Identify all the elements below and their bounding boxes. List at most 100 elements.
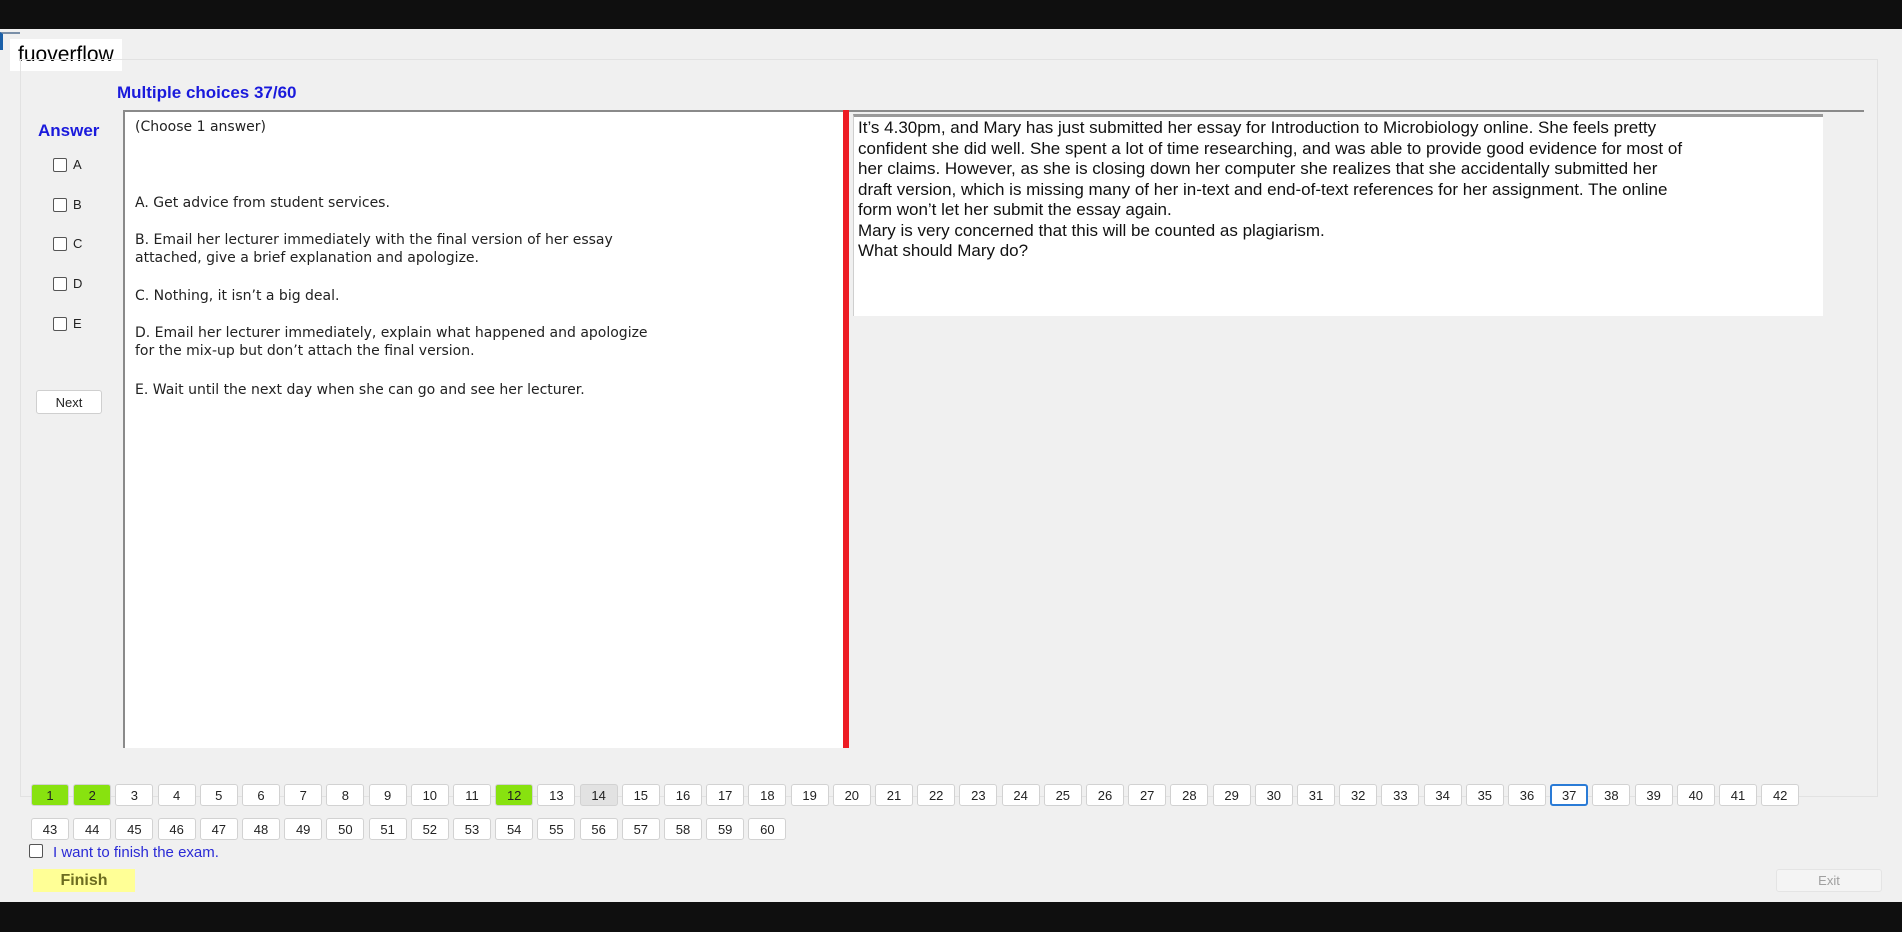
question-nav-button-16[interactable]: 16 — [664, 784, 702, 806]
question-nav-button-1[interactable]: 1 — [31, 784, 69, 806]
question-nav-button-44[interactable]: 44 — [73, 818, 112, 840]
question-nav-button-27[interactable]: 27 — [1128, 784, 1167, 806]
question-nav-button-34[interactable]: 34 — [1423, 784, 1462, 806]
question-line: draft version, which is missing many of … — [858, 179, 1668, 199]
question-nav-button-11[interactable]: 11 — [453, 784, 491, 806]
question-nav-button-50[interactable]: 50 — [326, 818, 365, 840]
question-nav-button-24[interactable]: 24 — [1001, 784, 1040, 806]
question-counter: Multiple choices 37/60 — [117, 83, 297, 102]
checkbox[interactable] — [53, 157, 67, 172]
option-letter: D — [73, 276, 83, 291]
question-nav-button-15[interactable]: 15 — [621, 784, 660, 806]
question-line: It’s 4.30pm, and Mary has just submitted… — [858, 118, 1657, 137]
question-line: Mary is very concerned that this will be… — [858, 220, 1325, 240]
answer-label: Answer — [38, 121, 100, 140]
question-nav-button-46[interactable]: 46 — [157, 818, 196, 840]
choice-line: C. Nothing, it isn’t a big deal. — [135, 288, 340, 304]
exam-window: fuoverflow Multiple choices 37/60 Answer… — [0, 29, 1902, 902]
question-nav-button-54[interactable]: 54 — [495, 818, 534, 840]
choice-line: D. Email her lecturer immediately, expla… — [135, 325, 648, 341]
finish-button[interactable]: Finish — [33, 869, 135, 892]
question-nav-button-31[interactable]: 31 — [1297, 784, 1335, 806]
question-nav-button-21[interactable]: 21 — [875, 784, 913, 806]
question-line: form won’t let her submit the essay agai… — [858, 200, 1172, 219]
question-nav-button-52[interactable]: 52 — [410, 818, 449, 840]
answer-option-a[interactable]: A — [53, 157, 82, 172]
question-line: confident she did well. She spent a lot … — [858, 138, 1683, 158]
question-nav-button-23[interactable]: 23 — [959, 784, 998, 806]
choices-panel: (Choose 1 answer) A. Get advice from stu… — [123, 110, 843, 748]
question-nav-button-5[interactable]: 5 — [199, 784, 238, 806]
question-nav-button-40[interactable]: 40 — [1676, 784, 1715, 806]
question-nav-button-48[interactable]: 48 — [242, 818, 280, 840]
checkbox[interactable] — [53, 316, 67, 331]
question-nav-button-8[interactable]: 8 — [326, 784, 365, 806]
question-nav-button-37[interactable]: 37 — [1550, 784, 1589, 806]
checkbox[interactable] — [53, 236, 67, 251]
question-nav-button-7[interactable]: 7 — [284, 784, 323, 806]
choose-instruction: (Choose 1 answer) — [135, 119, 266, 135]
option-letter: C — [73, 236, 83, 251]
question-nav-button-20[interactable]: 20 — [832, 784, 871, 806]
choice-line: for the mix-up but don’t attach the fina… — [135, 343, 475, 359]
exit-button[interactable]: Exit — [1776, 869, 1882, 892]
finish-checkbox[interactable] — [29, 844, 43, 858]
choice-line: A. Get advice from student services. — [135, 195, 390, 211]
question-nav-button-51[interactable]: 51 — [368, 818, 407, 840]
question-nav-button-2[interactable]: 2 — [73, 784, 112, 806]
question-nav-button-60[interactable]: 60 — [748, 818, 787, 840]
question-nav-button-18[interactable]: 18 — [748, 784, 787, 806]
question-nav-button-9[interactable]: 9 — [368, 784, 407, 806]
question-nav-button-3[interactable]: 3 — [115, 784, 154, 806]
question-nav-button-25[interactable]: 25 — [1043, 784, 1082, 806]
checkbox[interactable] — [53, 276, 67, 291]
question-nav-button-36[interactable]: 36 — [1508, 784, 1546, 806]
question-nav-button-12[interactable]: 12 — [495, 784, 534, 806]
question-nav-button-13[interactable]: 13 — [537, 784, 576, 806]
question-nav-button-22[interactable]: 22 — [917, 784, 956, 806]
option-letter: A — [73, 157, 82, 172]
finish-checkbox-label[interactable]: I want to finish the exam. — [53, 844, 219, 861]
question-nav-button-45[interactable]: 45 — [115, 818, 154, 840]
question-nav-button-30[interactable]: 30 — [1254, 784, 1293, 806]
question-nav-button-4[interactable]: 4 — [157, 784, 196, 806]
question-nav-button-35[interactable]: 35 — [1465, 784, 1504, 806]
question-nav-button-53[interactable]: 53 — [453, 818, 491, 840]
choice-line: E. Wait until the next day when she can … — [135, 382, 585, 398]
next-button[interactable]: Next — [36, 390, 102, 414]
option-letter: E — [73, 316, 82, 331]
question-nav-button-43[interactable]: 43 — [31, 818, 69, 840]
question-nav-button-41[interactable]: 41 — [1719, 784, 1757, 806]
question-nav-button-39[interactable]: 39 — [1634, 784, 1673, 806]
question-nav-button-32[interactable]: 32 — [1339, 784, 1378, 806]
answer-option-b[interactable]: B — [53, 197, 82, 212]
question-nav-button-49[interactable]: 49 — [284, 818, 323, 840]
question-nav-button-38[interactable]: 38 — [1592, 784, 1631, 806]
question-line: What should Mary do? — [858, 241, 1029, 260]
question-nav-button-59[interactable]: 59 — [706, 818, 745, 840]
question-nav-button-33[interactable]: 33 — [1381, 784, 1420, 806]
question-nav-button-26[interactable]: 26 — [1086, 784, 1124, 806]
question-nav-button-56[interactable]: 56 — [579, 818, 618, 840]
answer-option-d[interactable]: D — [53, 276, 82, 291]
checkbox[interactable] — [53, 197, 67, 212]
question-nav-button-29[interactable]: 29 — [1212, 784, 1251, 806]
question-nav-button-47[interactable]: 47 — [199, 818, 238, 840]
question-nav-button-6[interactable]: 6 — [242, 784, 280, 806]
question-nav-button-17[interactable]: 17 — [706, 784, 745, 806]
answer-option-c[interactable]: C — [53, 236, 82, 251]
option-letter: B — [73, 197, 82, 212]
question-line: her claims. However, as she is closing d… — [858, 159, 1658, 178]
question-nav-button-28[interactable]: 28 — [1170, 784, 1209, 806]
question-nav-button-57[interactable]: 57 — [621, 818, 660, 840]
question-nav-button-19[interactable]: 19 — [790, 784, 829, 806]
question-nav-button-58[interactable]: 58 — [664, 818, 702, 840]
question-nav-button-55[interactable]: 55 — [537, 818, 576, 840]
question-nav-button-14[interactable]: 14 — [579, 784, 618, 806]
choice-line: B. Email her lecturer immediately with t… — [135, 232, 613, 248]
answer-option-e[interactable]: E — [53, 316, 82, 331]
question-nav-button-10[interactable]: 10 — [410, 784, 449, 806]
question-nav-button-42[interactable]: 42 — [1761, 784, 1800, 806]
choice-line: attached, give a brief explanation and a… — [135, 250, 479, 266]
question-text: It’s 4.30pm, and Mary has just submitted… — [853, 114, 1823, 316]
